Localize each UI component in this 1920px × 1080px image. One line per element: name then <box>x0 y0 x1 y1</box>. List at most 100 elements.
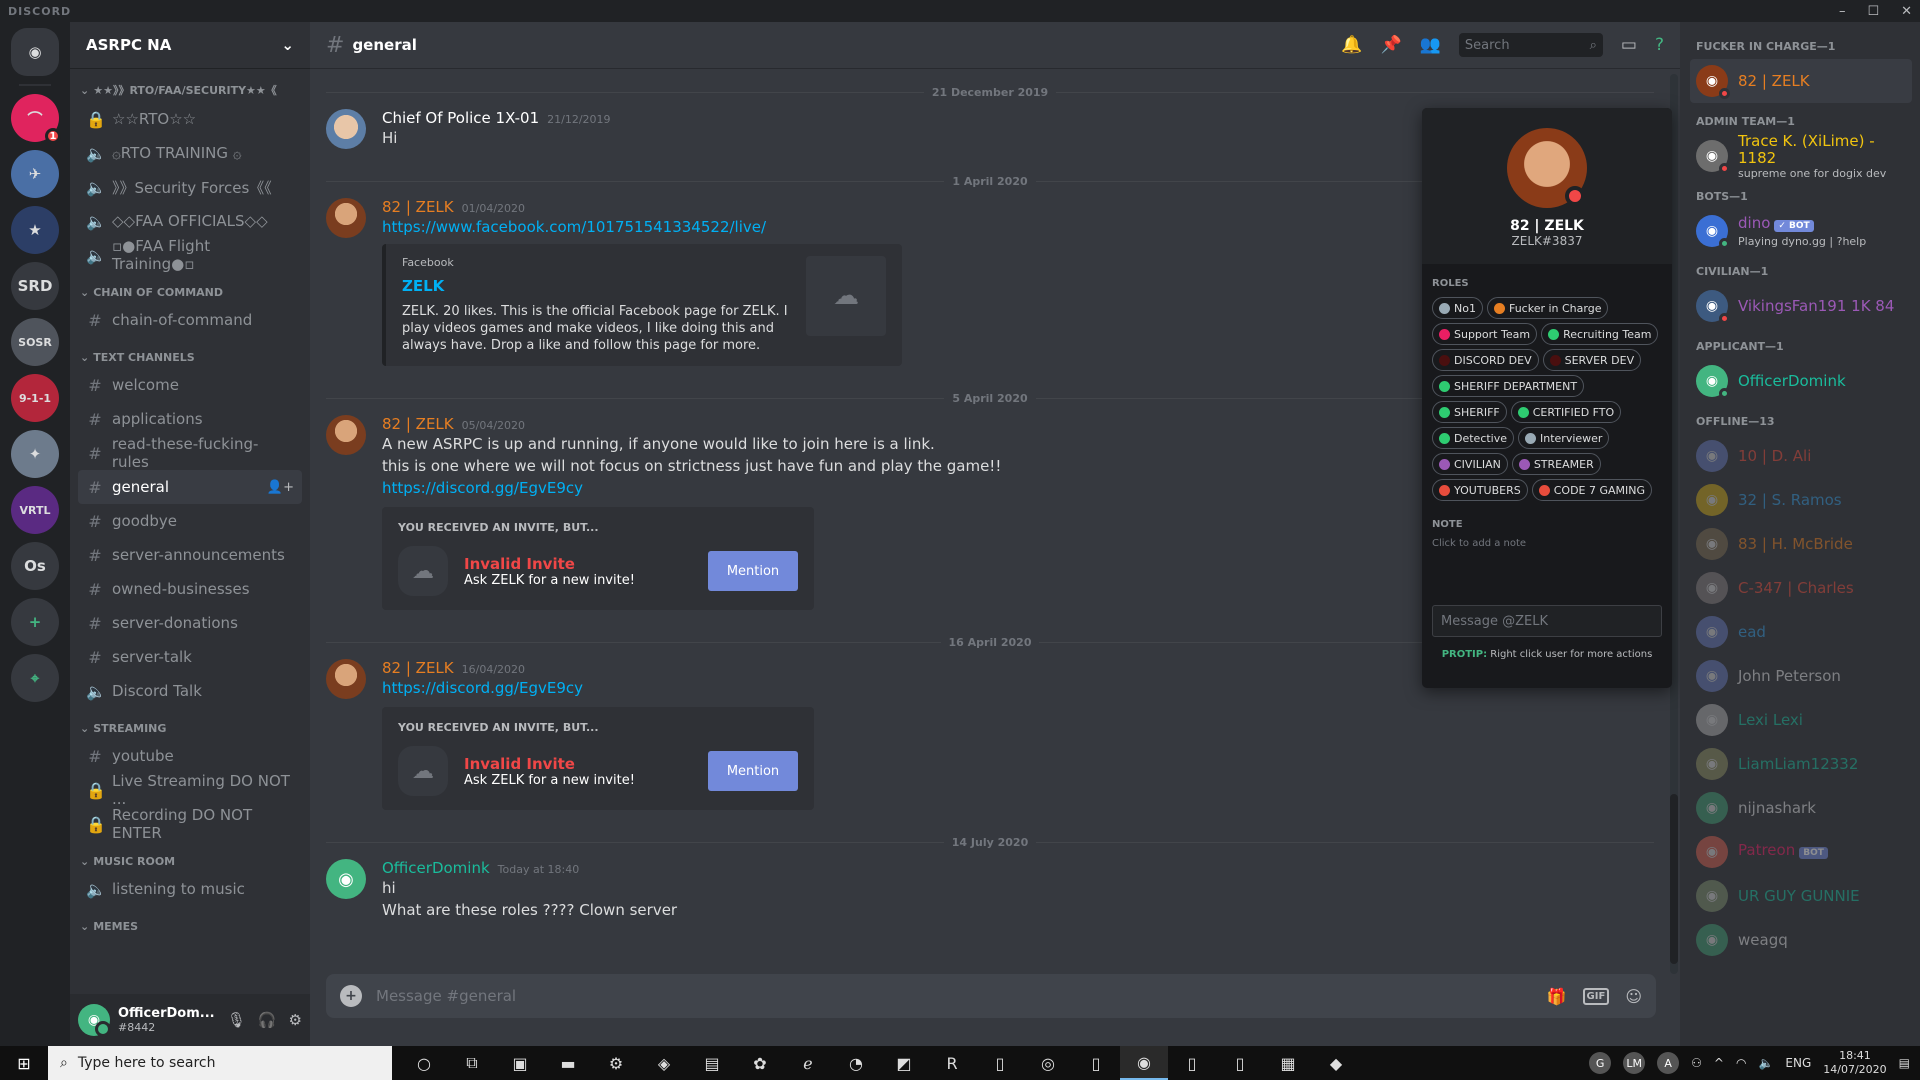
channel-security-forces[interactable]: 🔈 》》Security Forces《《 <box>78 170 302 204</box>
author-name[interactable]: OfficerDomink <box>382 859 490 877</box>
taskbar-app-3[interactable]: ▬ <box>544 1046 592 1080</box>
tray-avatar[interactable]: G <box>1589 1052 1612 1074</box>
channel-goodbye[interactable]: # goodbye <box>78 504 302 538</box>
maximize-button[interactable]: ☐ <box>1867 4 1879 19</box>
channel-listening-to-music[interactable]: 🔈 listening to music <box>78 872 302 906</box>
author-avatar[interactable]: ◉ <box>326 859 366 899</box>
server-icon-0[interactable]: ◉ <box>11 28 59 76</box>
taskbar-app-9[interactable]: ◔ <box>832 1046 880 1080</box>
role-chip[interactable]: YOUTUBERS <box>1432 479 1528 501</box>
taskbar-app-1[interactable]: ⧉ <box>448 1046 496 1080</box>
scrollbar-thumb[interactable] <box>1670 794 1678 964</box>
network-icon[interactable]: ◠ <box>1736 1056 1746 1070</box>
message-composer[interactable]: + Message #general 🎁 GIF ☺ <box>326 974 1656 1018</box>
role-chip[interactable]: Detective <box>1432 427 1515 449</box>
channel-rto-training[interactable]: 🔈 ۞RTO TRAINING ۞ <box>78 136 302 170</box>
server-icon-6[interactable]: 9-1-1 <box>11 374 59 422</box>
channel-server-donations[interactable]: # server-donations <box>78 606 302 640</box>
channel-server-announcements[interactable]: # server-announcements <box>78 538 302 572</box>
close-button[interactable]: ✕ <box>1901 4 1912 19</box>
member-item[interactable]: ◉ VikingsFan191 1K 84 <box>1690 284 1912 328</box>
minimize-button[interactable]: – <box>1839 4 1846 19</box>
taskbar-app-2[interactable]: ▣ <box>496 1046 544 1080</box>
member-item[interactable]: ◉ 82 | ZELK <box>1690 59 1912 103</box>
search-input[interactable]: Search ⌕ <box>1458 33 1603 57</box>
taskbar-search[interactable]: ⌕ Type here to search <box>48 1046 392 1080</box>
inbox-icon[interactable]: ▭ <box>1621 35 1637 55</box>
user-avatar[interactable]: ◉ <box>78 1004 111 1037</box>
category-header[interactable]: ⌄ CHAIN OF COMMAND <box>78 286 302 299</box>
member-item[interactable]: ◉ weagq <box>1690 918 1912 962</box>
server-icon-7[interactable]: ✦ <box>11 430 59 478</box>
taskbar-app-5[interactable]: ◈ <box>640 1046 688 1080</box>
help-icon[interactable]: ? <box>1655 35 1664 55</box>
server-icon-3[interactable]: ★ <box>11 206 59 254</box>
taskbar-app-14[interactable]: ▯ <box>1072 1046 1120 1080</box>
note-input[interactable]: Click to add a note <box>1432 538 1662 549</box>
server-header[interactable]: ASRPC NA ⌄ <box>70 22 310 68</box>
category-header[interactable]: ⌄ STREAMING <box>78 722 302 735</box>
role-chip[interactable]: Fucker in Charge <box>1486 297 1609 319</box>
role-chip[interactable]: STREAMER <box>1511 453 1601 475</box>
windows-start-icon[interactable]: ⊞ <box>0 1046 48 1080</box>
message-link[interactable]: https://discord.gg/EgvE9cy <box>382 477 1001 499</box>
author-avatar[interactable] <box>326 198 366 238</box>
message-link[interactable]: https://www.facebook.com/101751541334522… <box>382 216 902 238</box>
taskbar-app-13[interactable]: ◎ <box>1024 1046 1072 1080</box>
category-header[interactable]: ⌄ MUSIC ROOM <box>78 855 302 868</box>
role-chip[interactable]: CERTIFIED FTO <box>1510 401 1622 423</box>
bell-icon[interactable]: 🔔 <box>1341 35 1362 55</box>
author-name[interactable]: 82 | ZELK <box>382 659 454 677</box>
author-avatar[interactable] <box>326 109 366 149</box>
taskbar-app-12[interactable]: ▯ <box>976 1046 1024 1080</box>
role-chip[interactable]: No1 <box>1432 297 1483 319</box>
gif-button[interactable]: GIF <box>1582 987 1610 1005</box>
member-item[interactable]: ◉ Lexi Lexi <box>1690 698 1912 742</box>
member-item[interactable]: ◉ dino ✓ BOT Playing dyno.gg | ?help <box>1690 209 1912 253</box>
channel-recording-do-not-enter[interactable]: 🔒 Recording DO NOT ENTER <box>78 806 302 842</box>
role-chip[interactable]: Support Team <box>1432 323 1538 345</box>
role-chip[interactable]: SHERIFF <box>1432 401 1507 423</box>
clock[interactable]: 18:41 14/07/2020 <box>1823 1049 1886 1077</box>
taskbar-app-7[interactable]: ✿ <box>736 1046 784 1080</box>
channel-chain-of-command[interactable]: # chain-of-command <box>78 303 302 337</box>
author-name[interactable]: 82 | ZELK <box>382 198 454 216</box>
channel-faa-flight-training[interactable]: 🔈 ▫●FAA Flight Training●▫ <box>78 237 302 273</box>
emoji-icon[interactable]: ☺ <box>1625 987 1642 1006</box>
taskbar-app-10[interactable]: ◩ <box>880 1046 928 1080</box>
server-icon-4[interactable]: SRD <box>11 262 59 310</box>
member-item[interactable]: ◉ John Peterson <box>1690 654 1912 698</box>
member-item[interactable]: ◉ Patreon BOT <box>1690 830 1912 874</box>
channel-welcome[interactable]: # welcome <box>78 368 302 402</box>
member-item[interactable]: ◉ C-347 | Charles <box>1690 566 1912 610</box>
server-icon-9[interactable]: Os <box>11 542 59 590</box>
server-icon-8[interactable]: VRTL <box>11 486 59 534</box>
mention-button[interactable]: Mention <box>708 551 798 591</box>
author-avatar[interactable] <box>326 415 366 455</box>
category-header[interactable]: ⌄ MEMES <box>78 920 302 933</box>
microphone-icon[interactable]: 🎙 <box>227 1011 246 1029</box>
member-item[interactable]: ◉ 32 | S. Ramos <box>1690 478 1912 522</box>
volume-icon[interactable]: 🔈 <box>1758 1056 1773 1070</box>
tray-avatar[interactable]: LM <box>1623 1052 1646 1074</box>
mention-button[interactable]: Mention <box>708 751 798 791</box>
channel-youtube[interactable]: # youtube <box>78 739 302 773</box>
member-item[interactable]: ◉ 10 | D. Ali <box>1690 434 1912 478</box>
taskbar-app-6[interactable]: ▤ <box>688 1046 736 1080</box>
taskbar-app-4[interactable]: ⚙ <box>592 1046 640 1080</box>
chevron-up-icon[interactable]: ^ <box>1714 1056 1724 1070</box>
notifications-icon[interactable]: ▤ <box>1899 1056 1910 1070</box>
headphones-icon[interactable]: 🎧 <box>258 1011 277 1029</box>
embed-title[interactable]: ZELK <box>402 277 802 295</box>
member-item[interactable]: ◉ 83 | H. McBride <box>1690 522 1912 566</box>
role-chip[interactable]: SHERIFF DEPARTMENT <box>1432 375 1585 397</box>
pin-icon[interactable]: 📌 <box>1381 35 1402 55</box>
role-chip[interactable]: Recruiting Team <box>1541 323 1659 345</box>
server-icon-11[interactable]: ⌖ <box>11 654 59 702</box>
server-icon-5[interactable]: SOSR <box>11 318 59 366</box>
people-icon[interactable]: ⚇ <box>1691 1056 1702 1070</box>
members-icon[interactable]: 👥 <box>1420 35 1441 55</box>
channel-read-these-fucking-rules[interactable]: # read-these-fucking-rules <box>78 435 302 471</box>
role-chip[interactable]: CODE 7 GAMING <box>1531 479 1653 501</box>
member-item[interactable]: ◉ OfficerDomink <box>1690 359 1912 403</box>
